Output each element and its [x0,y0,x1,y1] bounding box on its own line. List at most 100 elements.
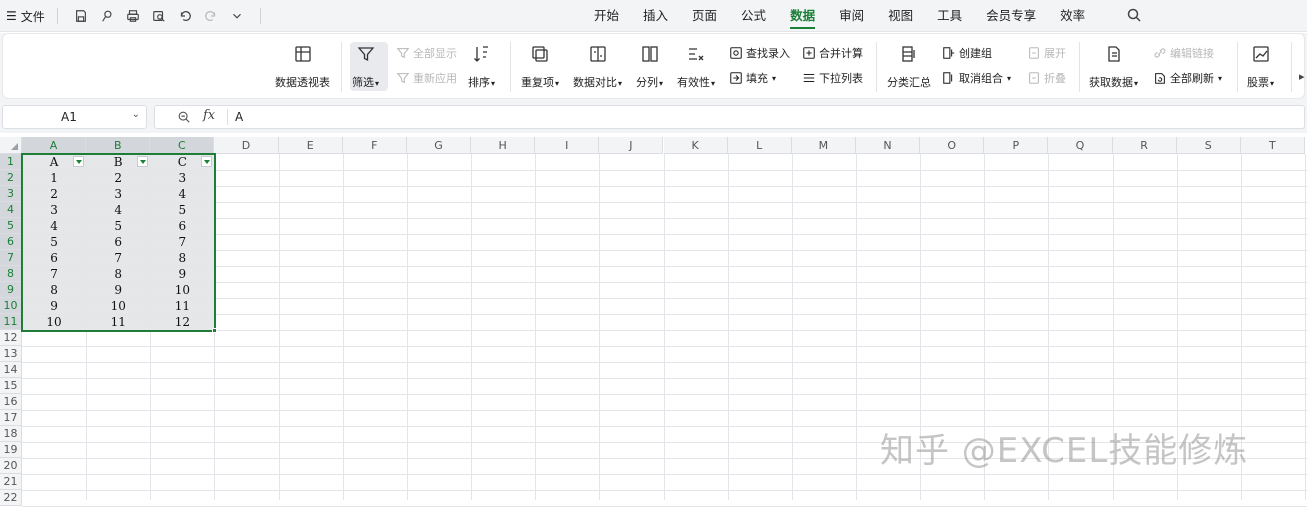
subtotal-button[interactable]: 分类汇总 [887,42,931,90]
split-column-button[interactable]: 分列▾ [636,42,663,90]
refresh-all-button[interactable]: 全部刷新 ▾ [1153,70,1222,86]
tab-view[interactable]: 视图 [876,0,925,32]
filter-button[interactable]: 筛选▾ [352,42,379,90]
file-menu[interactable]: ☰ 文件 [6,8,45,25]
row-header-6[interactable]: 6 [0,234,22,250]
column-header-m[interactable]: M [791,137,856,154]
tab-review[interactable]: 审阅 [827,0,876,32]
row-header-22[interactable]: 22 [0,490,22,506]
column-header-j[interactable]: J [599,137,664,154]
tab-home[interactable]: 开始 [582,0,631,32]
show-all-button[interactable]: 全部显示 [396,45,457,61]
row-header-1[interactable]: 1 [0,154,22,170]
column-header-n[interactable]: N [855,137,921,154]
dropdown-list-button[interactable]: 下拉列表 [802,70,863,86]
formula-value[interactable]: A [235,110,243,124]
reapply-button[interactable]: 重新应用 [396,70,457,86]
fill-handle[interactable] [212,328,218,333]
column-header-e[interactable]: E [278,137,343,154]
row-header-19[interactable]: 19 [0,442,22,458]
fill-label: 填充 [746,72,768,85]
ungroup-button[interactable]: 取消组合 ▾ [942,70,1011,86]
column-header-i[interactable]: I [535,137,600,154]
row-header-20[interactable]: 20 [0,458,22,474]
lookup-entry-button[interactable]: 查找录入 [729,45,790,61]
select-all-corner[interactable] [0,137,22,154]
print-preview-icon[interactable] [148,7,170,25]
tab-insert[interactable]: 插入 [631,0,680,32]
format-painter-icon[interactable] [96,7,118,25]
toolbar-divider [259,8,261,24]
tab-tools[interactable]: 工具 [925,0,974,32]
column-header-c[interactable]: C [150,137,215,154]
tab-page[interactable]: 页面 [680,0,729,32]
data-compare-button[interactable]: 数据对比▾ [573,42,622,90]
fill-button[interactable]: 填充 ▾ [729,70,776,86]
column-header-a[interactable]: A [22,137,87,154]
sort-label: 排序 [468,76,490,89]
gridline [22,474,1307,475]
row-header-7[interactable]: 7 [0,250,22,266]
validation-button[interactable]: 有效性▾ [677,42,715,90]
tab-member[interactable]: 会员专享 [974,0,1048,32]
undo-icon[interactable] [174,7,196,25]
expand-button[interactable]: 展开 [1027,45,1066,61]
row-header-14[interactable]: 14 [0,362,22,378]
row-header-3[interactable]: 3 [0,186,22,202]
row-header-13[interactable]: 13 [0,346,22,362]
print-icon[interactable] [122,7,144,25]
stocks-button[interactable]: 股票▾ [1247,42,1274,90]
chevron-down-icon[interactable]: ⌄ [132,109,140,120]
sort-button[interactable]: 排序▾ [468,42,495,90]
column-header-f[interactable]: F [342,137,407,154]
gridline [22,378,1307,379]
column-header-s[interactable]: S [1176,137,1241,154]
row-header-5[interactable]: 5 [0,218,22,234]
column-header-q[interactable]: Q [1048,137,1113,154]
search-icon[interactable] [1126,7,1144,25]
row-header-12[interactable]: 12 [0,330,22,346]
pivot-table-button[interactable]: 数据透视表 [275,42,330,90]
duplicates-button[interactable]: 重复项▾ [521,42,559,90]
get-data-button[interactable]: 获取数据▾ [1089,42,1138,90]
row-header-17[interactable]: 17 [0,410,22,426]
tab-formulas[interactable]: 公式 [729,0,778,32]
row-header-16[interactable]: 16 [0,394,22,410]
formula-input-area[interactable]: fx A [154,105,1305,129]
column-header-t[interactable]: T [1240,137,1305,154]
row-header-2[interactable]: 2 [0,170,22,186]
column-header-r[interactable]: R [1112,137,1177,154]
column-header-h[interactable]: H [471,137,536,154]
column-header-d[interactable]: D [214,137,279,154]
row-header-18[interactable]: 18 [0,426,22,442]
row-header-10[interactable]: 10 [0,298,22,314]
row-header-4[interactable]: 4 [0,202,22,218]
column-header-p[interactable]: P [984,137,1049,154]
redo-icon[interactable] [200,7,222,25]
row-header-21[interactable]: 21 [0,474,22,490]
tab-efficiency[interactable]: 效率 [1048,0,1097,32]
column-header-b[interactable]: B [86,137,151,154]
create-group-button[interactable]: 创建组 [942,45,992,61]
row-header-11[interactable]: 11 [0,314,22,330]
fx-icon[interactable]: fx [203,108,215,123]
customize-toolbar-chevron-down-icon[interactable] [226,7,248,25]
consolidate-button[interactable]: 合并计算 [802,45,863,61]
row-header-8[interactable]: 8 [0,266,22,282]
column-header-k[interactable]: K [663,137,728,154]
row-header-15[interactable]: 15 [0,378,22,394]
column-header-g[interactable]: G [406,137,472,154]
collapse-icon [1029,72,1039,84]
column-header-l[interactable]: L [727,137,792,154]
row-header-9[interactable]: 9 [0,282,22,298]
zoom-icon[interactable] [177,110,191,124]
gridline [535,154,537,500]
duplicates-icon [528,42,552,66]
save-icon[interactable] [70,7,92,25]
column-header-o[interactable]: O [920,137,985,154]
tab-data[interactable]: 数据 [778,0,827,32]
collapse-button[interactable]: 折叠 [1027,70,1066,86]
name-box[interactable]: A1 ⌄ [2,105,147,129]
gridline [855,154,857,500]
edit-links-button[interactable]: 编辑链接 [1153,45,1214,61]
